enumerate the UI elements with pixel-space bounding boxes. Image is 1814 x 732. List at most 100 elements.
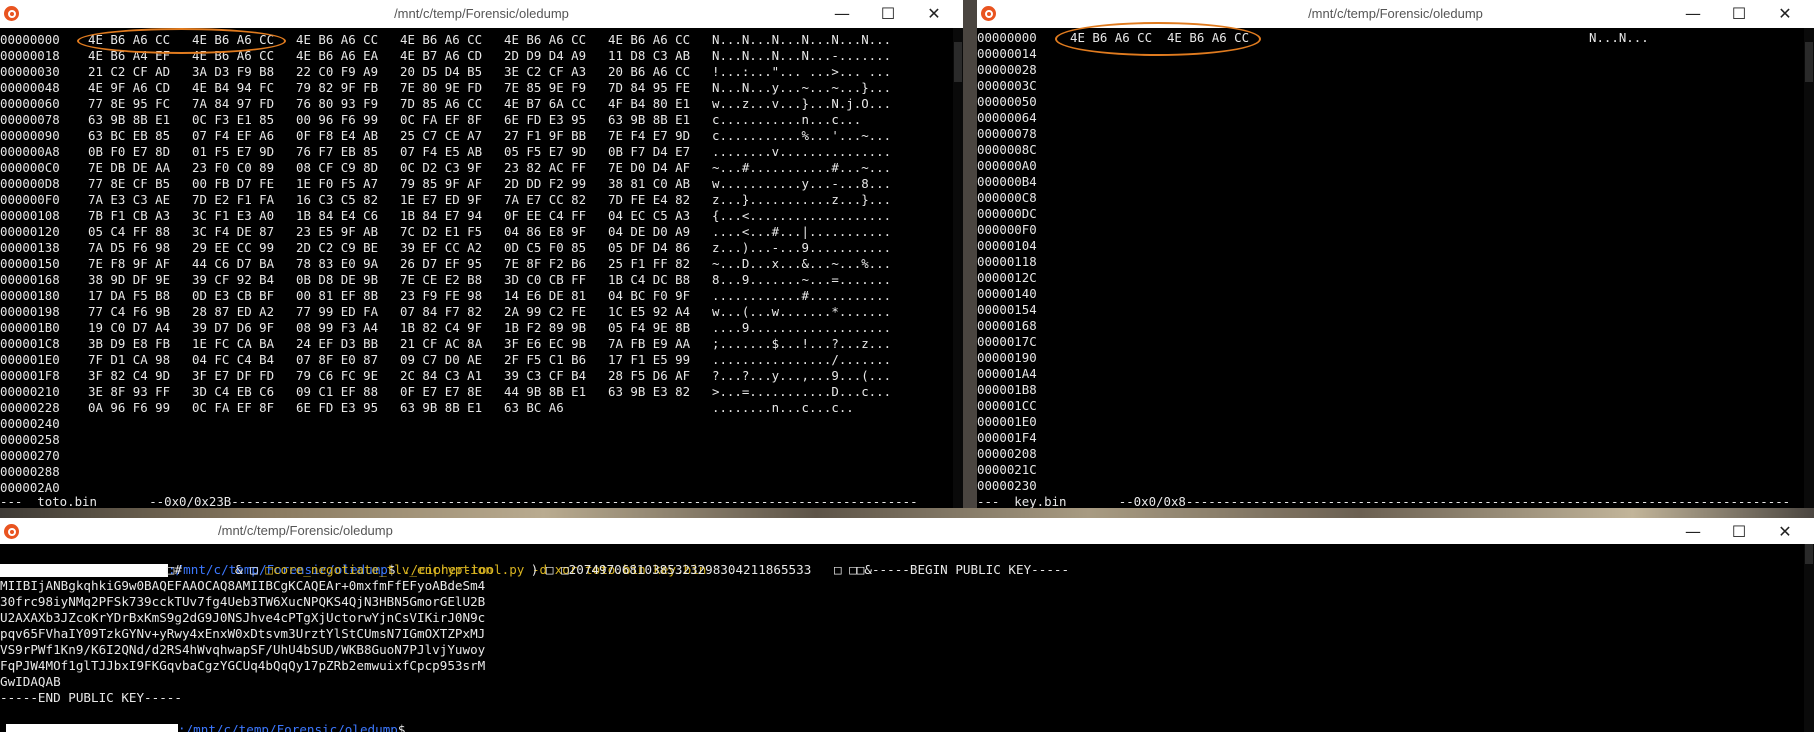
offset: 00000064 [977, 110, 1037, 125]
title-bar[interactable]: /mnt/c/temp/Forensic/oledump — ☐ ✕ [0, 518, 1814, 544]
hex-row: 000000C0 7E DB DE AA 23 F0 C0 89 08 CF C9 8… [0, 160, 950, 176]
hex-group: 3C F4 DE 87 [192, 224, 275, 239]
hex-row: 0000008C [977, 142, 1797, 158]
hex-group: 17 DA F5 B8 [88, 288, 171, 303]
hex-row: 000000C8 [977, 190, 1797, 206]
hex-group: 07 F4 EF A6 [192, 128, 275, 143]
offset: 00000228 [0, 400, 60, 415]
hex-group: 04 FC C4 B4 [192, 352, 275, 367]
hex-row: 000001F4 [977, 430, 1797, 446]
hex-group: 1B 84 E4 C6 [296, 208, 379, 223]
prompt-symbol: $ [397, 722, 406, 732]
hex-window-toto[interactable]: /mnt/c/temp/Forensic/oledump — ☐ ✕ 00000… [0, 0, 963, 508]
key-line: U2AXAXb3JZcoKrYDrBxKmS9g2dG9J0NSJhve4cPT… [0, 610, 486, 625]
vertical-scrollbar[interactable] [953, 28, 963, 508]
hex-group: 7A FB E9 AA [608, 336, 691, 351]
maximize-icon[interactable]: ☐ [865, 0, 911, 28]
terminal-output[interactable]: :/mnt/c/temp/Forensic/oledump$ ./cipher-… [0, 544, 1814, 732]
hex-group: 0F F8 E4 AB [296, 128, 379, 143]
hex-group: 07 8F E0 87 [296, 352, 379, 367]
close-icon[interactable]: ✕ [911, 0, 957, 28]
hex-row: 00000060 77 8E 95 FC 7A 84 97 FD 76 80 93 F… [0, 96, 950, 112]
hex-group: 4E B7 A6 CD [400, 48, 483, 63]
hex-row: 00000050 [977, 94, 1797, 110]
offset: 00000258 [0, 432, 60, 447]
hex-group: 0F EE C4 FF [504, 208, 587, 223]
hex-group: 08 CF C9 8D [296, 160, 379, 175]
hex-row: 0000017C [977, 334, 1797, 350]
prompt-line[interactable]: :/mnt/c/temp/Forensic/oledump$ [0, 706, 405, 732]
hex-group: 63 BC A6 [504, 400, 564, 415]
ascii-column: ....9................... [712, 320, 892, 335]
hex-window-key[interactable]: /mnt/c/temp/Forensic/oledump — ☐ ✕ 00000… [977, 0, 1814, 508]
offset: 00000168 [0, 272, 60, 287]
ascii-column: ?...?...y...,...9...(... [712, 368, 892, 383]
hex-group: 3E C2 CF A3 [504, 64, 587, 79]
minimize-icon[interactable]: — [1670, 518, 1716, 546]
hex-group: 21 CF AC 8A [400, 336, 483, 351]
hex-group: 11 D8 C3 AB [608, 48, 691, 63]
minimize-icon[interactable]: — [819, 0, 865, 28]
hex-group: 3B D9 E8 FB [88, 336, 171, 351]
maximize-icon[interactable]: ☐ [1716, 518, 1762, 546]
hex-group: 4E B6 A6 CC [504, 32, 587, 47]
hex-group: 4E 9F A6 CD [88, 80, 171, 95]
vertical-scrollbar[interactable] [1804, 544, 1814, 732]
hex-group: 0C FA EF 8F [400, 112, 483, 127]
hex-row: 00000108 7B F1 CB A3 3C F1 E3 A0 1B 84 E4 C… [0, 208, 950, 224]
close-icon[interactable]: ✕ [1762, 0, 1808, 28]
offset: 00000190 [977, 350, 1037, 365]
minimize-icon[interactable]: — [1670, 0, 1716, 28]
vertical-scrollbar[interactable] [1804, 28, 1814, 508]
close-icon[interactable]: ✕ [1762, 518, 1808, 546]
hex-row: 00000104 [977, 238, 1797, 254]
hex-row: 000001F8 3F 82 C4 9D 3F E7 DF FD 79 C6 FC 9… [0, 368, 950, 384]
hex-group: 3F E7 DF FD [192, 368, 275, 383]
highlight-oval-annotation [77, 28, 286, 54]
hex-row: 000001CC [977, 398, 1797, 414]
offset: 00000014 [977, 46, 1037, 61]
hex-row: 000000A8 0B F0 E7 8D 01 F5 E7 9D 76 F7 EB 8… [0, 144, 950, 160]
maximize-icon[interactable]: ☐ [1716, 0, 1762, 28]
hex-group: 7E F8 9F AF [88, 256, 171, 271]
hex-group: 2C 84 C3 A1 [400, 368, 483, 383]
hex-row: 00000210 3E 8F 93 FF 3D C4 EB C6 09 C1 EF 8… [0, 384, 950, 400]
hex-group: 1E E7 ED 9F [400, 192, 483, 207]
hex-group: 2F F5 C1 B6 [504, 352, 587, 367]
command-line: :/mnt/c/temp/Forensic/oledump$ ./cipher-… [0, 546, 706, 577]
hex-group: 63 9B E3 82 [608, 384, 691, 399]
hex-group: 7F D1 CA 98 [88, 352, 171, 367]
hex-group: 28 F5 D6 AF [608, 368, 691, 383]
offset: 00000078 [0, 112, 60, 127]
hex-group: 04 86 E8 9F [504, 224, 587, 239]
title-bar[interactable]: /mnt/c/temp/Forensic/oledump — ☐ ✕ [0, 0, 963, 28]
ascii-column: w...z...v...}...N.j.O... [712, 96, 892, 111]
hex-group: 04 DE D0 A9 [608, 224, 691, 239]
hex-group: 05 F5 E7 9D [504, 144, 587, 159]
hex-view[interactable]: 00000000 4E B6 A6 CC 4E B6 A6 CC 4E B6 A6 C… [0, 28, 963, 508]
hex-group: 05 F4 9E 8B [608, 320, 691, 335]
hex-group: 01 F5 E7 9D [192, 144, 275, 159]
hex-group: 4E B6 A6 CC [608, 32, 691, 47]
offset: 00000028 [977, 62, 1037, 77]
ascii-column: {...<................... [712, 208, 892, 223]
hex-group: 1B C4 DC B8 [608, 272, 691, 287]
offset: 000001E0 [977, 414, 1037, 429]
hex-group: 4E B7 6A CC [504, 96, 587, 111]
offset: 000001F8 [0, 368, 60, 383]
hex-group: 39 C3 CF B4 [504, 368, 587, 383]
terminal-window[interactable]: /mnt/c/temp/Forensic/oledump — ☐ ✕ :/mnt… [0, 518, 1814, 732]
hex-group: 0F E7 E7 8E [400, 384, 483, 399]
offset: 00000154 [977, 302, 1037, 317]
hex-row: 000001E0 7F D1 CA 98 04 FC C4 B4 07 8F E0 8… [0, 352, 950, 368]
hex-group: 05 C4 FF 88 [88, 224, 171, 239]
hex-view[interactable]: 00000000 4E B6 A6 CC 4E B6 A6 CC N...N... 0… [977, 28, 1814, 508]
offset: 00000030 [0, 64, 60, 79]
hex-row: 00000150 7E F8 9F AF 44 C6 D7 BA 78 83 E0 9… [0, 256, 950, 272]
hex-group: 0C FA EF 8F [192, 400, 275, 415]
offset: 000000DC [977, 206, 1037, 221]
offset: 000000F0 [977, 222, 1037, 237]
hex-row: 00000228 0A 96 F6 99 0C FA EF 8F 6E FD E3 9… [0, 400, 950, 416]
hex-group: 44 9B 8B E1 [504, 384, 587, 399]
offset: 000000C8 [977, 190, 1037, 205]
